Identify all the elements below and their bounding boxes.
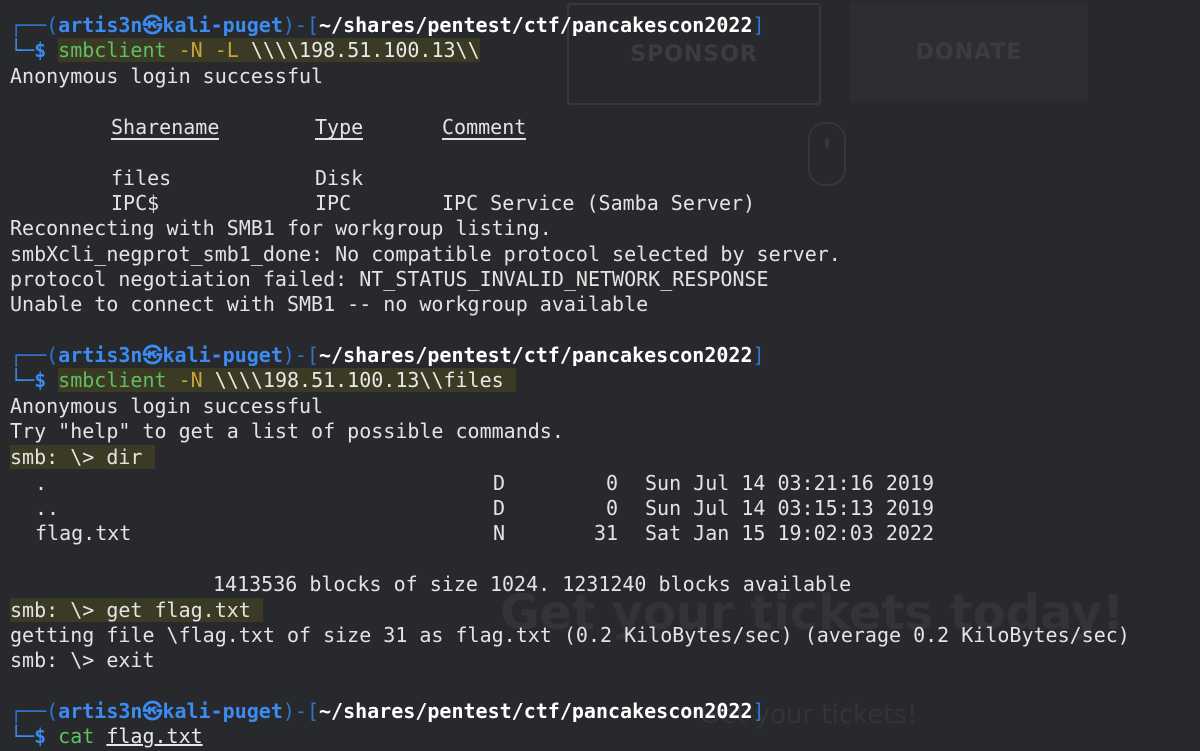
share-header-comment: Comment (442, 115, 527, 140)
share-name: IPC$ (111, 191, 160, 215)
output-line: Anonymous login successful (10, 394, 324, 418)
dir-entry-name: . (35, 471, 48, 495)
dir-entry-name: flag.txt (35, 521, 132, 545)
prompt-header: ┌──(artis3n㉿kali-puget)-[~/shares/pentes… (10, 343, 765, 367)
output-line: 1413536 blocks of size 1024. 1231240 blo… (213, 572, 852, 596)
dir-entry-date: Sat Jan 15 19:02:03 2022 (645, 521, 934, 545)
output-line: Reconnecting with SMB1 for workgroup lis… (10, 216, 552, 240)
share-name: files (111, 166, 172, 190)
share-comment: IPC Service (Samba Server) (442, 191, 756, 215)
share-type: Disk (315, 166, 364, 190)
output-line: Anonymous login successful (10, 64, 324, 88)
command-line: └─$ smbclient -N -L \\\\198.51.100.13\\ (10, 38, 480, 62)
dir-entry-attr: N (493, 521, 506, 545)
share-type: IPC (315, 191, 352, 215)
share-header-type: Type (315, 115, 364, 140)
prompt-header: ┌──(artis3n㉿kali-puget)-[~/shares/pentes… (10, 13, 765, 37)
output-line: getting file \flag.txt of size 31 as fla… (10, 623, 1130, 647)
dir-entry-attr: D (493, 496, 506, 520)
smb-command-line: smb: \> get flag.txt (10, 598, 263, 623)
dir-entry-date: Sun Jul 14 03:21:16 2019 (645, 471, 934, 495)
dir-entry-date: Sun Jul 14 03:15:13 2019 (645, 496, 934, 520)
output-line: smbXcli_negprot_smb1_done: No compatible… (10, 242, 841, 266)
output-line: Try "help" to get a list of possible com… (10, 419, 564, 443)
dir-entry-size: 0 (606, 496, 619, 520)
output-line: Unable to connect with SMB1 -- no workgr… (10, 292, 649, 316)
terminal-window[interactable]: ┌──(artis3n㉿kali-puget)-[~/shares/pentes… (0, 0, 1200, 751)
smb-command-line: smb: \> exit (10, 648, 155, 672)
prompt-header: ┌──(artis3n㉿kali-puget)-[~/shares/pentes… (10, 699, 765, 723)
dir-entry-name: .. (35, 496, 60, 520)
dir-entry-attr: D (493, 471, 506, 495)
command-line: └─$ smbclient -N \\\\198.51.100.13\\file… (10, 368, 516, 393)
output-line: protocol negotiation failed: NT_STATUS_I… (10, 267, 769, 291)
dir-entry-size: 31 (594, 521, 619, 545)
smb-command-line: smb: \> dir (10, 445, 155, 470)
dir-entry-size: 0 (606, 471, 619, 495)
command-line: └─$ cat flag.txt (10, 724, 203, 748)
share-header-name: Sharename (111, 115, 220, 140)
